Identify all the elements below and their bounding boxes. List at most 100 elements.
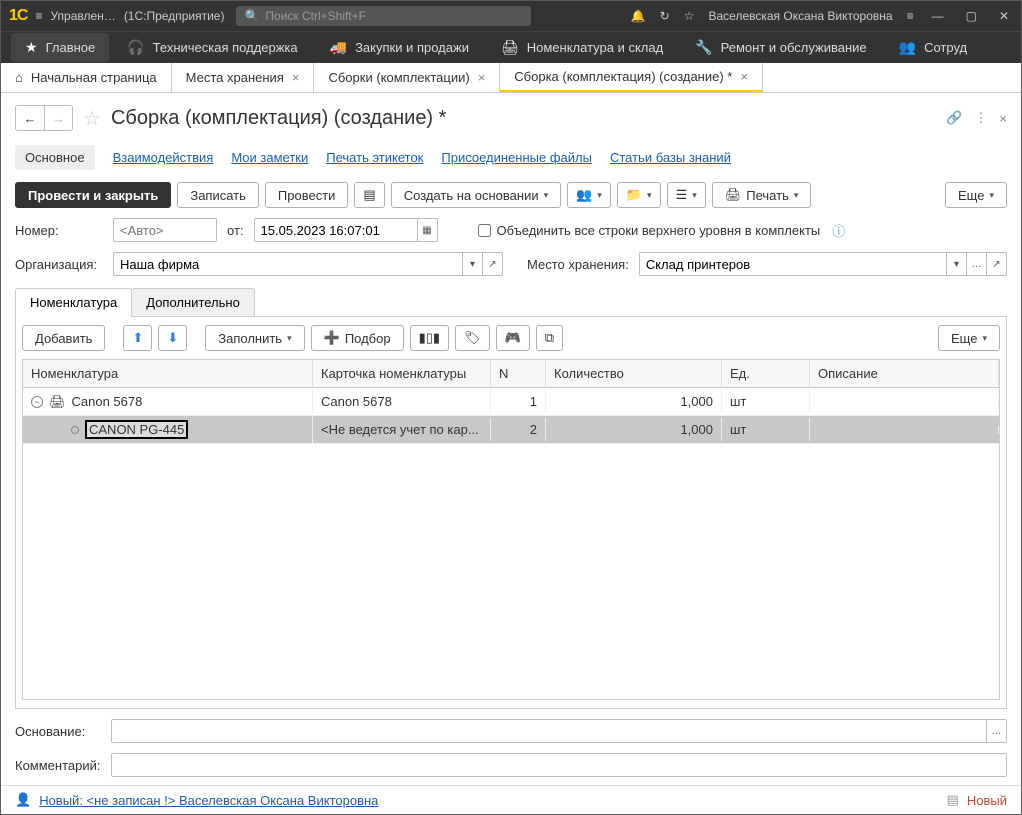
menu-main[interactable]: ★Главное	[11, 33, 109, 62]
home-icon: ⌂	[15, 70, 23, 85]
folder-button[interactable]: 📁▾	[617, 182, 661, 208]
cmd-notes[interactable]: Мои заметки	[231, 150, 308, 165]
move-down-button[interactable]: ⬇	[158, 325, 187, 351]
barcode-icon: ▮▯▮	[419, 330, 440, 346]
star-icon[interactable]: ☆	[684, 9, 695, 23]
more-button[interactable]: Еще▾	[945, 182, 1007, 208]
nav-forward-button[interactable]: →	[44, 106, 72, 130]
storage-input[interactable]	[639, 252, 947, 276]
col-qty[interactable]: Количество	[546, 360, 722, 387]
collapse-icon[interactable]: −	[31, 396, 43, 408]
dropdown-button[interactable]: ▾	[463, 252, 483, 276]
nav-back-button[interactable]: ←	[16, 106, 44, 130]
ellipsis-button[interactable]: …	[987, 719, 1007, 743]
grid-body[interactable]: − 🖨 Canon 5678 Canon 5678 1 1,000 шт	[23, 388, 999, 699]
tab-home[interactable]: ⌂ Начальная страница	[1, 63, 172, 92]
col-card[interactable]: Карточка номенклатуры	[313, 360, 491, 387]
favorite-star-icon[interactable]: ☆	[83, 106, 101, 131]
menu-nomenclature[interactable]: 🖨Номенклатура и склад	[487, 33, 677, 62]
menu-support[interactable]: 🎧Техническая поддержка	[113, 33, 311, 62]
post-and-close-button[interactable]: Провести и закрыть	[15, 182, 171, 208]
org-input[interactable]	[113, 252, 463, 276]
close-window-button[interactable]: ✕	[995, 7, 1013, 25]
close-icon[interactable]: ×	[478, 70, 486, 85]
caret-down-icon: ▾	[647, 190, 652, 201]
caret-down-icon: ▾	[794, 190, 799, 201]
cmd-print-labels[interactable]: Печать этикеток	[326, 150, 423, 165]
leaf-icon	[71, 426, 79, 434]
tab-storage-places[interactable]: Места хранения ×	[172, 63, 315, 92]
history-icon[interactable]: ↻	[660, 9, 670, 23]
combine-checkbox[interactable]	[478, 224, 491, 237]
col-desc[interactable]: Описание	[810, 360, 999, 387]
close-icon[interactable]: ×	[292, 70, 300, 85]
kebab-menu-icon[interactable]: ⋮	[974, 110, 987, 126]
table-more-button[interactable]: Еще▾	[938, 325, 1000, 351]
open-ref-button[interactable]: ↗	[987, 252, 1007, 276]
add-row-button[interactable]: Добавить	[22, 325, 105, 351]
printer-icon: 🖨	[725, 187, 742, 203]
combine-label: Объединить все строки верхнего уровня в …	[497, 223, 821, 238]
gamepad-button[interactable]: 🎮	[496, 325, 530, 351]
btn-label: Добавить	[35, 331, 92, 346]
ellipsis-button[interactable]: …	[967, 252, 987, 276]
menu-purchases[interactable]: 🚚Закупки и продажи	[316, 33, 483, 62]
calendar-button[interactable]: ▦	[418, 218, 438, 242]
users-button[interactable]: 👥▾	[567, 182, 611, 208]
current-user[interactable]: Васелевская Оксана Викторовна	[709, 9, 893, 23]
print-button[interactable]: 🖨Печать▾	[712, 182, 812, 208]
menu-repair[interactable]: 🔧Ремонт и обслуживание	[681, 33, 880, 62]
number-label: Номер:	[15, 223, 103, 238]
bell-icon[interactable]: 🔔	[631, 9, 646, 23]
tab-assemblies-list[interactable]: Сборки (комплектации) ×	[314, 63, 500, 92]
status-link[interactable]: Новый: <не записан !> Васелевская Оксана…	[39, 793, 378, 808]
page-tabs: ⌂ Начальная страница Места хранения × Сб…	[1, 63, 1021, 93]
subtab-extra[interactable]: Дополнительно	[131, 288, 255, 316]
dropdown-button[interactable]: ▾	[947, 252, 967, 276]
comment-label: Комментарий:	[15, 758, 103, 773]
minimize-button[interactable]: —	[928, 7, 948, 25]
date-input[interactable]	[254, 218, 418, 242]
grid-header: Номенклатура Карточка номенклатуры N Кол…	[23, 360, 999, 388]
maximize-button[interactable]: ▢	[962, 7, 981, 25]
barcode-button[interactable]: ▮▯▮	[410, 325, 449, 351]
cmd-interactions[interactable]: Взаимодействия	[113, 150, 214, 165]
cmd-main[interactable]: Основное	[15, 145, 95, 170]
pick-button[interactable]: ➕Подбор	[311, 325, 404, 351]
cell-desc	[810, 398, 999, 406]
link-icon[interactable]: 🔗	[946, 110, 962, 126]
info-icon[interactable]: ⓘ	[832, 221, 845, 240]
cell-name[interactable]: CANON PG-445	[85, 420, 188, 439]
col-nomenclature[interactable]: Номенклатура	[23, 360, 313, 387]
fill-button[interactable]: Заполнить▾	[205, 325, 304, 351]
cmd-kb-articles[interactable]: Статьи базы знаний	[610, 150, 731, 165]
close-icon[interactable]: ×	[740, 69, 748, 84]
subtab-nomenclature[interactable]: Номенклатура	[15, 288, 132, 316]
cmd-attached-files[interactable]: Присоединенные файлы	[441, 150, 592, 165]
global-search[interactable]: 🔍 Поиск Ctrl+Shift+F	[236, 6, 531, 26]
close-doc-icon[interactable]: ×	[999, 111, 1007, 126]
user-menu-caret-icon[interactable]: ≡	[907, 9, 914, 23]
tag-button[interactable]: 🏷	[455, 325, 490, 351]
tab-assembly-create[interactable]: Сборка (комплектация) (создание) * ×	[500, 63, 763, 92]
doc-structure-button[interactable]: ▤	[354, 182, 384, 208]
open-ref-button[interactable]: ↗	[483, 252, 503, 276]
post-button[interactable]: Провести	[265, 182, 349, 208]
table-row[interactable]: CANON PG-445 <Не ведется учет по кар... …	[23, 416, 999, 444]
cell-name: Canon 5678	[72, 394, 143, 409]
col-unit[interactable]: Ед.	[722, 360, 810, 387]
printer-icon: 🖨	[49, 394, 66, 410]
basis-input[interactable]	[111, 719, 987, 743]
col-n[interactable]: N	[491, 360, 546, 387]
comment-input[interactable]	[111, 753, 1007, 777]
tree-button[interactable]: ⧉	[536, 325, 563, 351]
table-row[interactable]: − 🖨 Canon 5678 Canon 5678 1 1,000 шт	[23, 388, 999, 416]
menu-staff[interactable]: 👥Сотруд	[885, 33, 981, 62]
printer-icon: 🖨	[501, 39, 519, 56]
move-up-button[interactable]: ⬆	[123, 325, 152, 351]
save-button[interactable]: Записать	[177, 182, 259, 208]
hamburger-icon[interactable]: ≡	[35, 9, 42, 23]
list-button[interactable]: ☰▾	[667, 182, 706, 208]
create-based-on-button[interactable]: Создать на основании▾	[391, 182, 561, 208]
number-input[interactable]	[113, 218, 217, 242]
